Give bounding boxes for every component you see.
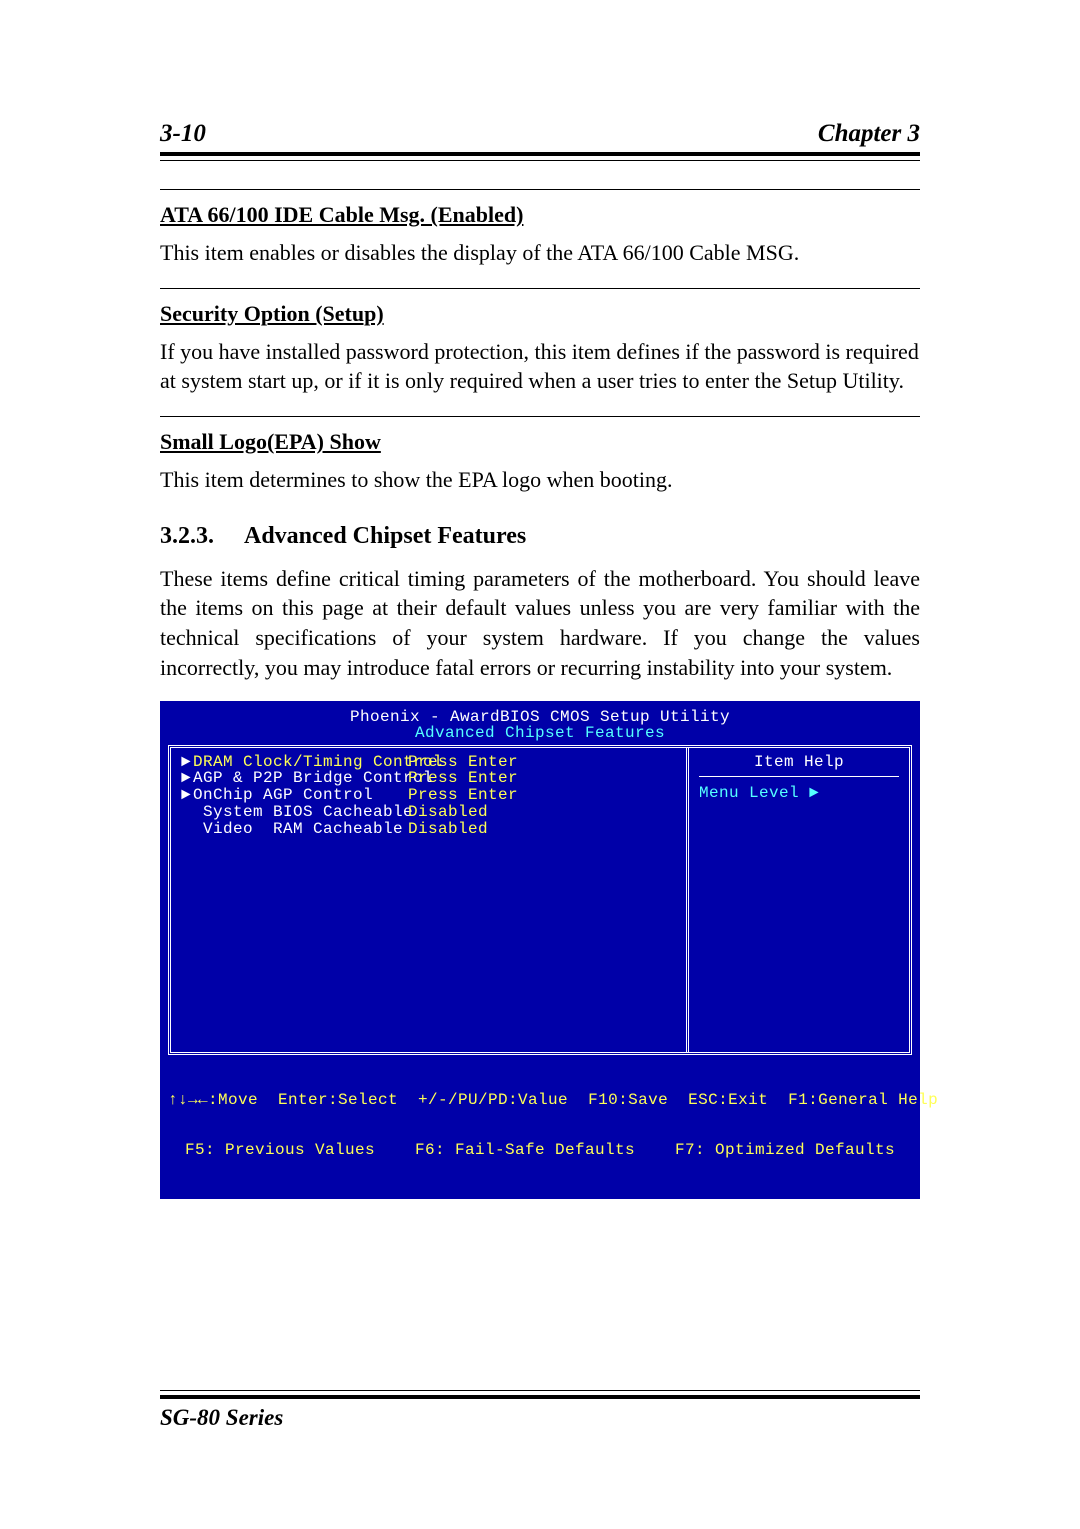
item-section: Small Logo(EPA) Show This item determine… <box>160 416 920 495</box>
bios-frame: ►DRAM Clock/Timing ControlPress Enter►AG… <box>168 745 912 1055</box>
chapter-label: Chapter 3 <box>818 120 920 148</box>
subsection-body: These items define critical timing param… <box>160 564 920 683</box>
section-rule <box>160 416 920 417</box>
section-rule <box>160 189 920 190</box>
bios-side-panel: Item Help Menu Level ► <box>689 748 909 1052</box>
bios-row-label: DRAM Clock/Timing Control <box>193 754 408 771</box>
bios-footer-line2: F5: Previous Values F6: Fail-Safe Defaul… <box>168 1142 912 1159</box>
section-rule <box>160 288 920 289</box>
bios-row-value: Disabled <box>408 821 488 838</box>
bios-row-value: Press Enter <box>408 770 518 787</box>
submenu-arrow-icon <box>181 804 193 821</box>
submenu-arrow-icon: ► <box>181 770 193 787</box>
bios-row-label: OnChip AGP Control <box>193 787 408 804</box>
page-number: 3-10 <box>160 120 206 148</box>
bios-menu-level: Menu Level ► <box>699 785 899 801</box>
bios-side-header: Item Help <box>699 754 899 777</box>
bios-menu-row[interactable]: Video RAM CacheableDisabled <box>181 821 676 838</box>
bios-screenshot: Phoenix - AwardBIOS CMOS Setup Utility A… <box>160 701 920 1199</box>
bios-row-value: Press Enter <box>408 754 518 771</box>
subsection-number: 3.2.3. <box>160 523 214 550</box>
page-footer: SG-80 Series <box>160 1384 920 1431</box>
footer-rule <box>160 1390 920 1399</box>
subsection-heading: 3.2.3. Advanced Chipset Features <box>160 523 920 550</box>
item-section: ATA 66/100 IDE Cable Msg. (Enabled) This… <box>160 189 920 268</box>
submenu-arrow-icon: ► <box>181 754 193 771</box>
item-section: Security Option (Setup) If you have inst… <box>160 288 920 396</box>
submenu-arrow-icon: ► <box>181 787 193 804</box>
page-header: 3-10 Chapter 3 <box>160 120 920 148</box>
item-body: This item determines to show the EPA log… <box>160 465 920 495</box>
item-body: This item enables or disables the displa… <box>160 238 920 268</box>
bios-row-label: Video RAM Cacheable <box>193 821 408 838</box>
bios-row-label: System BIOS Cacheable <box>193 804 408 821</box>
bios-row-value: Press Enter <box>408 787 518 804</box>
item-title: Small Logo(EPA) Show <box>160 429 920 455</box>
bios-menu-row[interactable]: ►OnChip AGP ControlPress Enter <box>181 787 676 804</box>
item-body: If you have installed password protectio… <box>160 337 920 396</box>
bios-row-value: Disabled <box>408 804 488 821</box>
bios-menu-row[interactable]: ►AGP & P2P Bridge ControlPress Enter <box>181 770 676 787</box>
submenu-arrow-icon <box>181 821 193 838</box>
bios-menu-row[interactable]: ►DRAM Clock/Timing ControlPress Enter <box>181 754 676 771</box>
bios-subtitle: Advanced Chipset Features <box>168 725 912 745</box>
footer-series: SG-80 Series <box>160 1405 920 1431</box>
item-title: ATA 66/100 IDE Cable Msg. (Enabled) <box>160 202 920 228</box>
bios-row-label: AGP & P2P Bridge Control <box>193 770 408 787</box>
item-title: Security Option (Setup) <box>160 301 920 327</box>
header-rule <box>160 152 920 161</box>
bios-title: Phoenix - AwardBIOS CMOS Setup Utility <box>168 707 912 725</box>
bios-main-panel: ►DRAM Clock/Timing ControlPress Enter►AG… <box>171 748 689 1052</box>
bios-menu-row[interactable]: System BIOS CacheableDisabled <box>181 804 676 821</box>
bios-footer-line1: ↑↓→←:Move Enter:Select +/-/PU/PD:Value F… <box>168 1092 912 1109</box>
bios-footer: ↑↓→←:Move Enter:Select +/-/PU/PD:Value F… <box>168 1055 912 1195</box>
subsection-title: Advanced Chipset Features <box>244 523 526 550</box>
